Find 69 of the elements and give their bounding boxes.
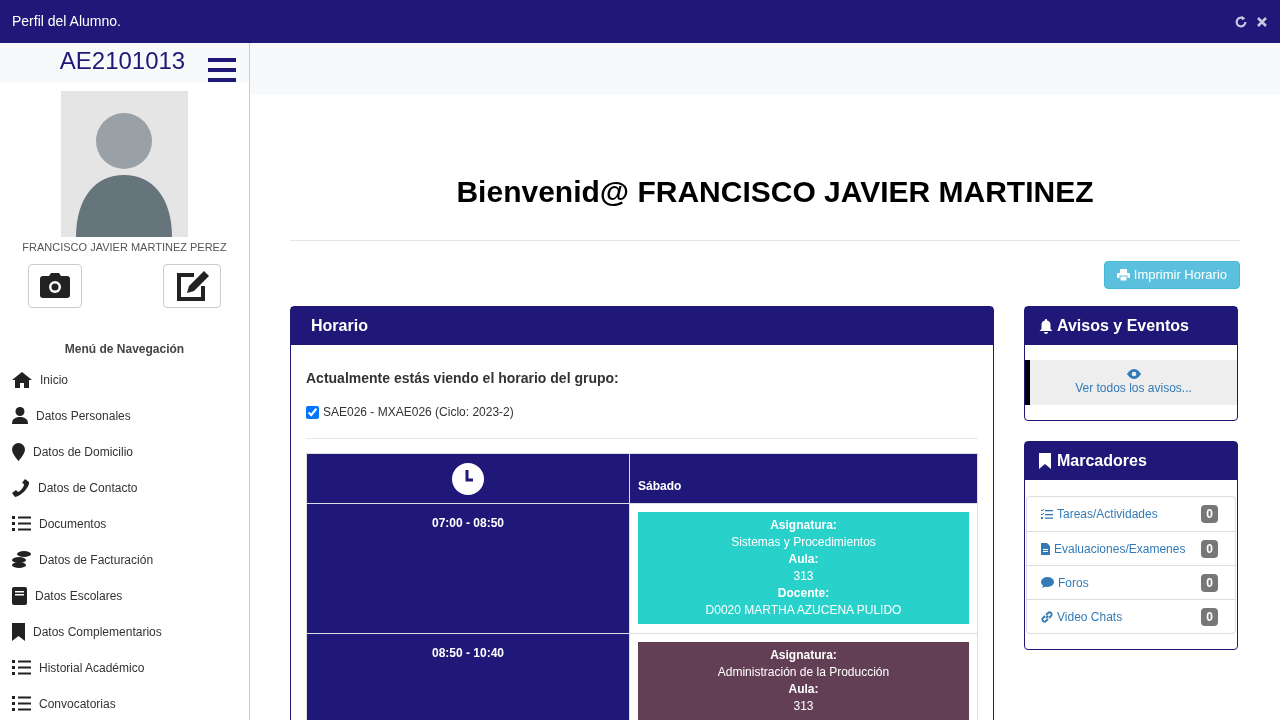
clock-icon (452, 462, 484, 495)
eye-icon (1126, 368, 1141, 379)
field-label: Aula: (788, 551, 819, 568)
printer-icon (1116, 269, 1130, 281)
bookmark-link[interactable]: Foros (1041, 573, 1089, 592)
panel-title: Avisos y Eventos (1057, 316, 1189, 336)
list-icon (12, 696, 31, 711)
menu-item[interactable]: Convocatorias (0, 685, 249, 720)
menu-title: Menú de Navegación (63, 340, 186, 358)
document-icon (1041, 542, 1050, 555)
refresh-icon[interactable] (1234, 14, 1248, 29)
group-checkbox[interactable] (306, 405, 319, 419)
bell-icon (1039, 318, 1053, 334)
menu-item[interactable]: Inicio (0, 361, 249, 398)
field-label: Docente: (777, 585, 830, 602)
count-badge: 0 (1201, 505, 1218, 523)
count-badge: 0 (1201, 573, 1218, 592)
field-label: Aula: (788, 681, 819, 698)
day-header: Sábado (629, 453, 978, 504)
bookmark-icon (12, 622, 25, 641)
field-value: 313 (793, 698, 814, 715)
menu-icon[interactable] (208, 57, 236, 83)
menu-item[interactable]: Datos Complementarios (0, 613, 249, 650)
panel-title: Marcadores (1057, 451, 1147, 471)
group-label: SAE026 - MXAE026 (Ciclo: 2023-2) (323, 404, 514, 421)
camera-icon (39, 272, 71, 299)
menu-item[interactable]: Documentos (0, 505, 249, 542)
count-badge: 0 (1201, 607, 1218, 626)
bookmark-link[interactable]: Tareas/Actividades (1041, 505, 1158, 523)
link-icon (1041, 610, 1053, 623)
menu-item[interactable]: Datos de Domicilio (0, 433, 249, 470)
list-icon (12, 516, 31, 531)
coins-icon (12, 550, 31, 569)
window-title: Perfil del Alumno. (12, 12, 121, 31)
menu-item[interactable]: Datos de Contacto (0, 469, 249, 506)
field-value: Administración de la Producción (717, 664, 890, 681)
phone-icon (12, 478, 30, 497)
panel-title: Horario (311, 316, 368, 336)
field-value: D0020 MARTHA AZUCENA PULIDO (705, 602, 902, 619)
field-label: Asignatura: (770, 647, 837, 664)
student-id: AE2101013 (59, 46, 186, 76)
bookmark-link[interactable]: Evaluaciones/Examenes (1041, 539, 1186, 558)
field-value: 313 (793, 568, 814, 585)
all-notices-link[interactable]: Ver todos los avisos... (1025, 360, 1237, 405)
edit-button[interactable] (163, 263, 221, 308)
camera-button[interactable] (28, 263, 82, 308)
book-icon (12, 586, 27, 605)
schedule-intro: Actualmente estás viendo el horario del grupo: (306, 369, 620, 388)
bookmark-link[interactable]: Video Chats (1041, 607, 1123, 626)
menu-item[interactable]: Datos Personales (0, 397, 249, 434)
time-cell: 08:50 - 10:40 (306, 633, 630, 720)
close-icon[interactable] (1256, 15, 1268, 28)
speech-bubble-icon (1041, 577, 1054, 588)
bookmark-icon (1039, 453, 1051, 469)
user-icon (12, 407, 28, 424)
welcome-heading: Bienvenid@ FRANCISCO JAVIER MARTINEZ (455, 174, 1095, 210)
count-badge: 0 (1201, 539, 1218, 558)
list-icon (12, 660, 31, 675)
menu-item[interactable]: Datos Escolares (0, 577, 249, 614)
field-label: Asignatura: (770, 517, 837, 534)
menu-item[interactable]: Datos de Facturación (0, 541, 249, 578)
time-cell: 07:00 - 08:50 (306, 503, 630, 634)
home-icon (12, 371, 32, 388)
student-name: FRANCISCO JAVIER MARTINEZ PEREZ (21, 240, 228, 255)
map-pin-icon (12, 442, 25, 461)
field-value: Sistemas y Procedimientos (731, 534, 876, 551)
list-icon (1041, 508, 1053, 520)
edit-icon (174, 269, 210, 302)
menu-item[interactable]: Historial Académico (0, 649, 249, 686)
